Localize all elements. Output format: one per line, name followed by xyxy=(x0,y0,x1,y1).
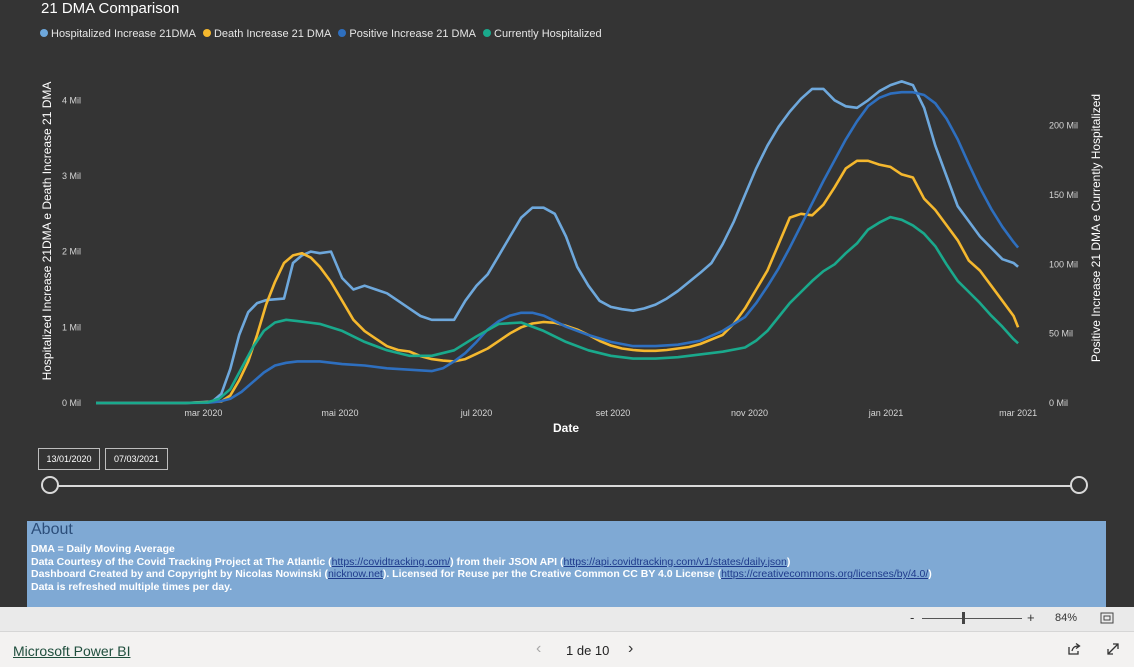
series-line[interactable] xyxy=(96,80,1019,405)
about-panel: About DMA = Daily Moving Average Data Co… xyxy=(27,521,1106,607)
nicknow-link[interactable]: nicknow.net xyxy=(328,568,383,580)
left-axis-tick: 1 Mil xyxy=(62,322,81,332)
power-bi-link[interactable]: Microsoft Power BI xyxy=(13,643,130,659)
zoom-in-button[interactable]: + xyxy=(1027,610,1035,625)
x-axis-tick: mar 2021 xyxy=(999,408,1037,418)
about-line: Dashboard Created by and Copyright by Ni… xyxy=(31,568,932,581)
about-text-segment: Dashboard Created by and Copyright by Ni… xyxy=(31,568,328,581)
x-axis-tick: mai 2020 xyxy=(321,408,358,418)
about-text-segment: ) xyxy=(786,555,791,568)
right-axis-tick: 50 Mil xyxy=(1049,329,1073,339)
line-chart[interactable]: 0 Mil 1 Mil 2 Mil 3 Mil 4 Mil 0 Mil 50 Mil 100… xyxy=(0,0,1134,445)
right-axis-tick: 200 Mil xyxy=(1049,121,1078,131)
series-line[interactable] xyxy=(96,159,1020,405)
about-line: Data Courtesy of the Covid Tracking Proj… xyxy=(31,556,932,569)
date-slider-start-handle[interactable] xyxy=(41,476,59,494)
about-text-segment: ) xyxy=(928,568,932,581)
about-title: About xyxy=(31,521,73,538)
chevron-left-icon[interactable]: ‹ xyxy=(536,640,541,658)
chevron-right-icon[interactable]: › xyxy=(628,640,633,658)
expand-icon[interactable] xyxy=(1106,642,1120,656)
x-axis-tick: nov 2020 xyxy=(731,408,768,418)
about-line: Data is refreshed multiple times per day… xyxy=(31,580,233,593)
about-text-segment: Data Courtesy of the Covid Tracking Proj… xyxy=(31,555,332,568)
left-axis-tick: 0 Mil xyxy=(62,398,81,408)
zoom-level: 84% xyxy=(1055,612,1078,624)
right-axis-title: Positive Increase 21 DMA e Currently Hos… xyxy=(1089,94,1103,362)
right-axis-tick: 150 Mil xyxy=(1049,190,1078,200)
zoom-slider-thumb[interactable] xyxy=(962,612,965,624)
series-line[interactable] xyxy=(96,215,1019,405)
license-link[interactable]: https://creativecommons.org/licenses/by/… xyxy=(721,568,928,580)
date-range-end-input[interactable]: 07/03/2021 xyxy=(105,448,168,470)
date-slider-track[interactable] xyxy=(50,485,1080,487)
about-text: DMA = Daily Moving Average Data Courtesy… xyxy=(31,543,932,593)
share-icon[interactable] xyxy=(1067,642,1081,656)
about-text-segment: ). Licensed for Reuse per the Creative C… xyxy=(382,568,722,581)
right-axis-tick: 100 Mil xyxy=(1049,259,1078,269)
x-axis-tick: mar 2020 xyxy=(184,408,222,418)
right-axis-tick: 0 Mil xyxy=(1049,398,1068,408)
left-axis-tick: 3 Mil xyxy=(62,171,81,181)
about-text-segment: ) from their JSON API ( xyxy=(450,555,564,568)
left-axis-tick: 4 Mil xyxy=(62,95,81,105)
zoom-bar: - + 84% xyxy=(0,607,1134,631)
covidtracking-link[interactable]: https://covidtracking.com/ xyxy=(332,556,450,568)
left-axis-tick: 2 Mil xyxy=(62,247,81,257)
report-canvas: 21 DMA Comparison Hospitalized Increase … xyxy=(0,0,1134,607)
about-line: DMA = Daily Moving Average xyxy=(31,543,175,555)
zoom-out-button[interactable]: - xyxy=(910,610,914,625)
x-axis-tick: jul 2020 xyxy=(460,408,493,418)
x-axis-tick: set 2020 xyxy=(596,408,631,418)
api-link[interactable]: https://api.covidtracking.com/v1/states/… xyxy=(564,556,787,568)
page-indicator: 1 de 10 xyxy=(566,643,610,658)
footer-bar: Microsoft Power BI ‹ 1 de 10 › xyxy=(0,631,1134,667)
left-axis-title: Hospitalized Increase 21DMA e Death Incr… xyxy=(40,82,54,381)
date-range-start-input[interactable]: 13/01/2020 xyxy=(38,448,100,470)
zoom-slider-track[interactable] xyxy=(922,618,1022,619)
x-axis-tick: jan 2021 xyxy=(868,408,904,418)
date-slider-end-handle[interactable] xyxy=(1070,476,1088,494)
x-axis-title: Date xyxy=(553,421,579,435)
fit-to-page-icon[interactable] xyxy=(1100,612,1114,624)
